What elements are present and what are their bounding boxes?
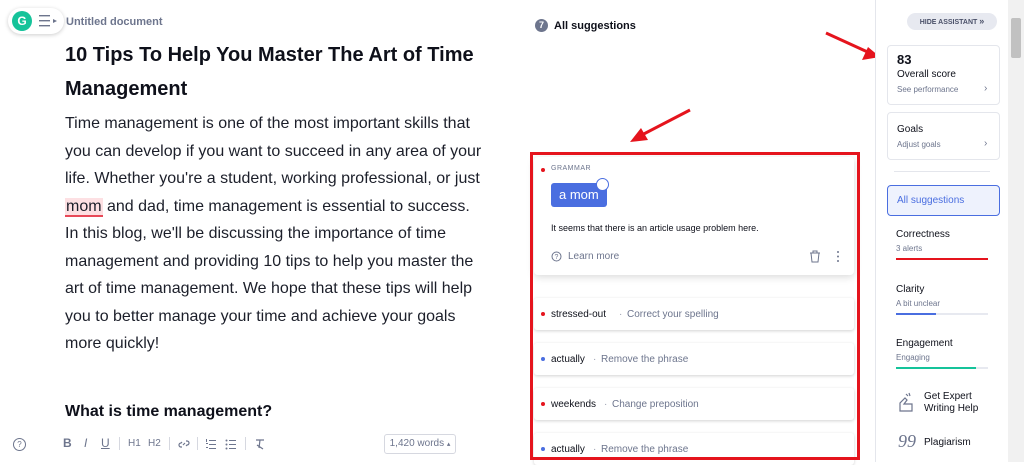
engagement-status: Engaging — [896, 353, 930, 362]
see-performance-link[interactable]: See performance — [897, 85, 958, 94]
plagiarism-quote-icon: 99 — [898, 431, 916, 451]
word-count-label: 1,420 words — [389, 438, 445, 449]
word-count-button[interactable]: 1,420 words ▴ — [384, 434, 456, 454]
overall-score-label: Overall score — [897, 69, 956, 80]
heading2-button[interactable]: H2 — [148, 438, 161, 449]
scrollbar-thumb[interactable] — [1011, 18, 1021, 58]
bulleted-list-icon[interactable] — [225, 438, 237, 450]
correctness-title[interactable]: Correctness — [896, 229, 950, 240]
overall-score-value: 83 — [897, 52, 912, 67]
get-expert-line2[interactable]: Writing Help — [924, 403, 978, 414]
heading1-button[interactable]: H1 — [128, 438, 141, 449]
plagiarism-button[interactable]: Plagiarism — [924, 437, 971, 448]
underline-button[interactable]: U — [101, 436, 110, 450]
highlighted-word[interactable]: mom — [65, 197, 103, 217]
body-text-before: Time management is one of the most impor… — [65, 115, 482, 187]
grammarly-logo-icon: G — [12, 11, 32, 31]
chevron-up-icon: ▴ — [446, 441, 451, 448]
clear-formatting-icon[interactable] — [254, 438, 266, 450]
toolbar-divider — [197, 437, 198, 450]
chevron-right-icon: › — [984, 83, 988, 94]
goals-card[interactable] — [887, 112, 1000, 160]
get-expert-line1[interactable]: Get Expert — [924, 391, 972, 402]
page-scrollbar[interactable] — [1008, 0, 1024, 462]
suggestions-title: All suggestions — [554, 20, 636, 32]
clarity-bar — [896, 313, 936, 315]
numbered-list-icon[interactable] — [205, 438, 217, 450]
grammarly-menu-pill[interactable]: G — [8, 8, 64, 34]
body-text-after: and dad, time management is essential to… — [65, 197, 474, 353]
document-name[interactable]: Untitled document — [66, 16, 163, 28]
toolbar-divider — [169, 437, 170, 450]
all-suggestions-label: All suggestions — [897, 195, 965, 206]
double-chevron-right-icon: » — [979, 16, 985, 26]
expert-hand-icon — [899, 392, 913, 412]
help-icon[interactable]: ? — [13, 438, 26, 451]
chevron-right-icon: › — [984, 138, 988, 149]
clarity-status: A bit unclear — [896, 299, 941, 308]
correctness-alerts: 3 alerts — [896, 244, 923, 253]
toolbar-divider — [119, 437, 120, 450]
divider — [894, 171, 990, 172]
adjust-goals-link[interactable]: Adjust goals — [897, 140, 941, 149]
hide-assistant-button[interactable]: HIDE ASSISTANT » — [907, 13, 997, 30]
suggestion-count-badge: 7 — [535, 19, 548, 32]
engagement-title[interactable]: Engagement — [896, 338, 953, 349]
document-title[interactable]: 10 Tips To Help You Master The Art of Ti… — [65, 38, 485, 106]
italic-button[interactable]: I — [84, 436, 87, 450]
annotation-highlight-box — [530, 152, 860, 460]
document-body[interactable]: Time management is one of the most impor… — [65, 110, 485, 358]
hamburger-menu-icon[interactable] — [38, 14, 58, 28]
link-icon[interactable] — [178, 438, 190, 450]
toolbar-divider — [245, 437, 246, 450]
bold-button[interactable]: B — [63, 436, 72, 450]
hide-assistant-label: HIDE ASSISTANT — [919, 19, 978, 26]
annotation-arrow-icon — [630, 108, 691, 142]
correctness-bar — [896, 258, 988, 260]
engagement-bar — [896, 367, 976, 369]
document-heading-2[interactable]: What is time management? — [65, 403, 272, 421]
goals-title: Goals — [897, 124, 924, 135]
clarity-title[interactable]: Clarity — [896, 284, 924, 295]
